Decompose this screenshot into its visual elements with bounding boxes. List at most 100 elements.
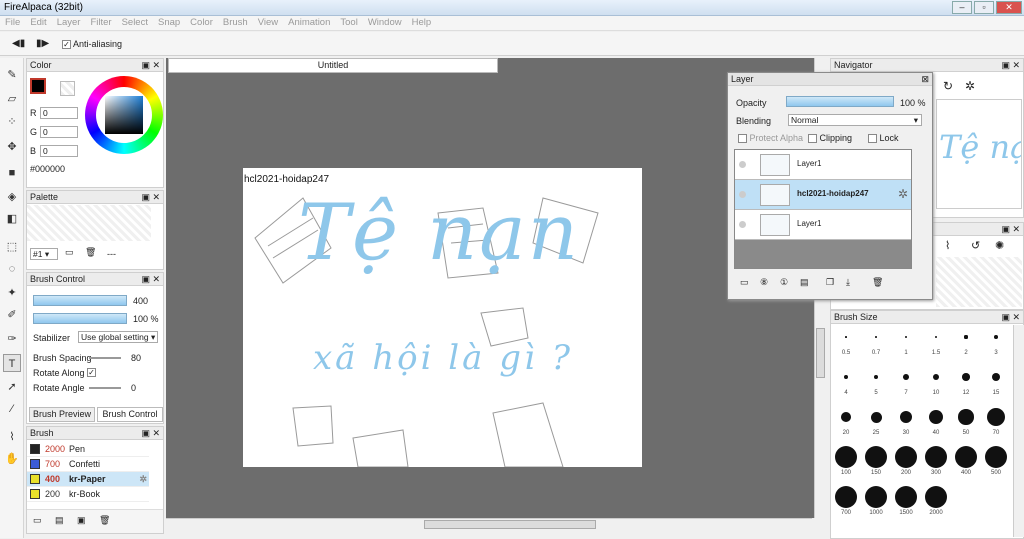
layer-settings-icon[interactable]: ✲ [898, 187, 908, 201]
protect-alpha-toggle[interactable]: Protect Alpha [738, 133, 803, 144]
brush-size-dot[interactable] [843, 374, 849, 380]
menu-item-help[interactable]: Help [407, 16, 437, 29]
brush-size-dot[interactable] [991, 372, 1001, 382]
menu-item-color[interactable]: Color [185, 16, 218, 29]
layer-visibility-icon[interactable] [739, 161, 746, 168]
menu-item-view[interactable]: View [253, 16, 283, 29]
new-8bit-layer-icon[interactable]: ⑧ [760, 277, 768, 288]
brush-item[interactable]: 700 Confetti [27, 457, 149, 472]
rotate-along-checkbox[interactable]: ✓ [87, 368, 96, 377]
pen-tool-icon[interactable]: ✎ [3, 66, 21, 84]
brush-size-dot[interactable] [841, 412, 851, 422]
brush-size-dot[interactable] [875, 336, 877, 338]
panel-controls-icon[interactable]: ▣ ✕ [1001, 311, 1020, 323]
eraser-tool-icon[interactable]: ▱ [3, 90, 21, 108]
new-brush-icon[interactable]: ▭ [33, 515, 42, 526]
eyedropper-icon[interactable]: ⌇ [3, 428, 21, 446]
menu-item-animation[interactable]: Animation [283, 16, 335, 29]
brush-size-dot[interactable] [865, 486, 887, 508]
brush-size-dot[interactable] [904, 335, 908, 339]
spinner-icon[interactable]: ✺ [995, 239, 1004, 252]
gradient-tool-icon[interactable]: ◧ [3, 210, 21, 228]
brush-size-dot[interactable] [962, 373, 970, 381]
brush-size-dot[interactable] [986, 407, 1006, 427]
canvas-document[interactable]: hcl2021-hoidap247 Tệ nạn xã hội là gì ? [243, 168, 642, 467]
brush-size-dot[interactable] [870, 411, 882, 423]
menu-item-edit[interactable]: Edit [25, 16, 51, 29]
undo-rotate-icon[interactable]: ↺ [971, 239, 980, 252]
dot-tool-icon[interactable]: ⁘ [3, 113, 21, 131]
layer-folder-icon[interactable]: ▤ [800, 277, 809, 288]
maximize-button[interactable]: ▫ [974, 1, 994, 14]
layer-row[interactable]: hcl2021-hoidap247 ✲ [735, 180, 911, 210]
layer-close-icon[interactable]: ⊠ [921, 73, 929, 85]
layer-visibility-icon[interactable] [739, 221, 746, 228]
brush-size-dot[interactable] [929, 410, 943, 424]
duplicate-brush-icon[interactable]: ▣ [77, 515, 86, 526]
menu-item-tool[interactable]: Tool [335, 16, 362, 29]
hand-tool-icon[interactable]: ✋ [3, 450, 21, 468]
delete-brush-icon[interactable]: 🗑 [99, 515, 110, 526]
magic-wand-icon[interactable]: ✦ [3, 284, 21, 302]
brush-size-dot[interactable] [934, 335, 938, 339]
brush-size-dot[interactable] [932, 373, 940, 381]
tab-brush-preview[interactable]: Brush Preview [29, 407, 95, 422]
merge-layer-icon[interactable]: ⤓ [846, 277, 850, 288]
brush-size-dot[interactable] [895, 446, 917, 468]
menu-item-select[interactable]: Select [117, 16, 153, 29]
brush-size-dot[interactable] [835, 446, 857, 468]
brush-size-dot[interactable] [985, 446, 1007, 468]
new-layer-icon[interactable]: ▭ [740, 277, 749, 288]
layer-row[interactable]: Layer1 [735, 150, 911, 180]
saturation-square[interactable] [105, 96, 143, 134]
brush-size-dot[interactable] [895, 486, 917, 508]
minimize-button[interactable]: – [952, 1, 972, 14]
select-tool-icon[interactable]: ⬚ [3, 238, 21, 256]
brush-size-dot[interactable] [865, 446, 887, 468]
navigator-settings-icon[interactable]: ✲ [965, 79, 975, 93]
brush-size-dot[interactable] [958, 409, 974, 425]
panel-controls-icon[interactable]: ▣ ✕ [141, 191, 160, 203]
move-tool-icon[interactable]: ✥ [3, 138, 21, 156]
lock-toggle[interactable]: Lock [868, 133, 899, 144]
hue-wheel[interactable] [85, 76, 163, 154]
anti-aliasing-checkbox[interactable]: ✓ [62, 40, 71, 50]
brush-opacity-slider[interactable] [33, 313, 127, 324]
select-pen-icon[interactable]: ✐ [3, 306, 21, 324]
brush-size-dot[interactable] [845, 336, 847, 338]
lasso-tool-icon[interactable]: ◌ [3, 260, 21, 278]
layer-row[interactable]: Layer1 [735, 210, 911, 240]
brush-item[interactable]: 400 kr-Paper ✲ [27, 472, 149, 487]
brush-size-dot[interactable] [873, 374, 879, 380]
next-frame-icon[interactable]: ▮▶ [36, 38, 49, 49]
panel-controls-icon[interactable]: ▣ ✕ [1001, 59, 1020, 71]
rotate-angle-slider[interactable] [89, 387, 121, 389]
menu-item-window[interactable]: Window [363, 16, 407, 29]
select-eraser-icon[interactable]: ✑ [3, 330, 21, 348]
palette-area[interactable] [27, 205, 151, 241]
vertical-scroll-thumb[interactable] [816, 328, 825, 378]
menu-item-layer[interactable]: Layer [52, 16, 86, 29]
layer-scrollbar[interactable] [912, 149, 922, 269]
b-input[interactable]: 0 [40, 145, 78, 157]
duplicate-layer-icon[interactable]: ❐ [826, 277, 834, 288]
r-input[interactable]: 0 [40, 107, 78, 119]
brush-item[interactable]: 200 kr-Book [27, 487, 149, 502]
brush-size-dot[interactable] [955, 446, 977, 468]
tab-brush-control[interactable]: Brush Control [97, 407, 163, 422]
operation-tool-icon[interactable]: ➚ [3, 378, 21, 396]
prev-frame-icon[interactable]: ◀▮ [12, 38, 25, 49]
stabilizer-select[interactable]: Use global setting ▾ [78, 331, 158, 343]
horizontal-scrollbar[interactable] [166, 518, 812, 530]
brush-size-dot[interactable] [899, 410, 913, 424]
close-button[interactable]: ✕ [996, 1, 1022, 14]
foreground-color-swatch[interactable] [30, 78, 46, 94]
brush-folder-icon[interactable]: ▤ [55, 515, 64, 526]
horizontal-scroll-thumb[interactable] [424, 520, 596, 529]
panel-controls-icon[interactable]: ▣ ✕ [141, 427, 160, 439]
text-tool-icon[interactable]: T [3, 354, 21, 372]
divide-tool-icon[interactable]: ⁄ [3, 400, 21, 418]
brush-size-dot[interactable] [925, 486, 947, 508]
palette-select[interactable]: #1 ▾ [30, 248, 58, 260]
brush-size-dot[interactable] [925, 446, 947, 468]
